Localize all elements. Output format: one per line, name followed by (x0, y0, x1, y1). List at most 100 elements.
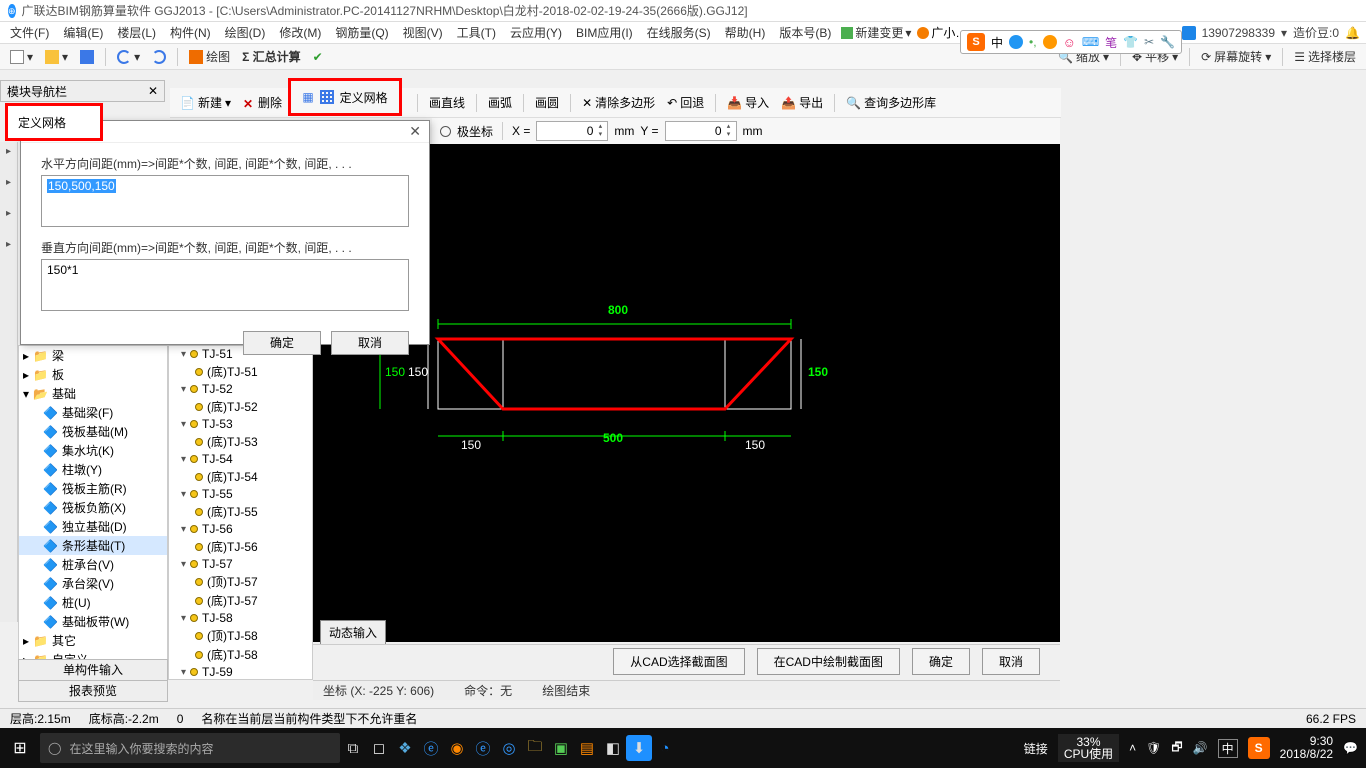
taskbar-app-8[interactable]: ⬇ (626, 735, 652, 761)
highlight-box-define-grid-button[interactable]: ▦ 定义网格 (288, 78, 402, 116)
tray-link[interactable]: 链接 (1024, 740, 1048, 757)
taskbar-app-5[interactable]: ▣ (548, 735, 574, 761)
component-node[interactable]: (底)TJ-54 (169, 467, 312, 486)
ime-clip-icon[interactable]: ✂ (1144, 35, 1154, 49)
bell-icon[interactable]: 🔔 (1345, 26, 1360, 40)
tree-node[interactable]: 🔷 筏板基础(M) (19, 422, 167, 441)
ime-punc[interactable]: •, (1029, 35, 1037, 49)
tree-node[interactable]: ▾ 📂 基础 (19, 384, 167, 403)
draw-in-cad-button[interactable]: 在CAD中绘制截面图 (757, 648, 900, 675)
open-file-button[interactable]: ▾ (41, 48, 72, 66)
tray-shield-icon[interactable]: 🛡 (1146, 741, 1161, 755)
component-node[interactable]: (底)TJ-55 (169, 502, 312, 521)
tree-node[interactable]: 🔷 承台梁(V) (19, 574, 167, 593)
tree-node[interactable]: 🔷 基础板带(W) (19, 612, 167, 631)
tray-up-icon[interactable]: ˄ (1129, 741, 1136, 755)
menu-bim[interactable]: BIM应用(I) (572, 22, 637, 43)
new-file-button[interactable]: ▾ (6, 48, 37, 66)
taskbar-ie-icon[interactable]: ⓔ (418, 735, 444, 761)
user-id[interactable]: 13907298339 (1202, 26, 1275, 40)
report-preview-button[interactable]: 报表预览 (18, 680, 168, 702)
ime-keyboard-icon[interactable]: ⌨ (1082, 35, 1099, 49)
menu-help[interactable]: 帮助(H) (721, 22, 770, 43)
component-node[interactable]: (顶)TJ-58 (169, 626, 312, 645)
save-button[interactable] (76, 48, 98, 66)
export-button[interactable]: 📤 导出 (777, 92, 827, 113)
redo-button[interactable] (148, 48, 170, 66)
taskbar-app-4[interactable]: ◎ (496, 735, 522, 761)
component-node[interactable]: ▾ TJ-58 (169, 610, 312, 626)
vtab-arrow-3[interactable]: ▸ (6, 208, 11, 219)
tray-ime-zhong[interactable]: 中 (1218, 739, 1238, 758)
ime-zhong[interactable]: 中 (991, 34, 1003, 51)
taskbar-edge-icon[interactable]: ⓔ (470, 735, 496, 761)
menu-file[interactable]: 文件(F) (6, 22, 53, 43)
tray-volume-icon[interactable]: 🔊 (1193, 741, 1208, 755)
tree-node[interactable]: 🔷 集水坑(K) (19, 441, 167, 460)
rollback-button[interactable]: ↶ 回退 (663, 92, 708, 113)
menu-draw[interactable]: 绘图(D) (221, 22, 270, 43)
menu-version[interactable]: 版本号(B) (775, 22, 835, 43)
tray-clock[interactable]: 9:302018/8/22 (1280, 735, 1333, 761)
taskbar-explorer-icon[interactable]: 🗀 (522, 735, 548, 761)
menu-view[interactable]: 视图(V) (399, 22, 447, 43)
component-node[interactable]: (底)TJ-56 (169, 537, 312, 556)
component-node[interactable]: (顶)TJ-57 (169, 572, 312, 591)
start-button[interactable]: ⊞ (0, 738, 40, 758)
taskbar-app-7[interactable]: ◧ (600, 735, 626, 761)
vtab-arrow-2[interactable]: ▸ (6, 177, 11, 188)
menu-floor[interactable]: 楼层(L) (113, 22, 160, 43)
horizontal-spacing-input[interactable]: 150,500,150 (41, 175, 409, 227)
ime-dot-1[interactable] (1009, 35, 1023, 49)
ime-wrench-icon[interactable]: 🔧 (1160, 35, 1175, 49)
tray-notifications-icon[interactable]: 💬 (1343, 741, 1358, 755)
x-input[interactable]: 0▴▾ (536, 121, 608, 141)
taskbar-app-1[interactable]: ◻ (366, 735, 392, 761)
component-node[interactable]: ▾ TJ-59 (169, 664, 312, 680)
taskbar-app-9[interactable]: ◔ (652, 735, 678, 761)
import-button[interactable]: 📥 导入 (723, 92, 773, 113)
section-cancel-button[interactable]: 取消 (982, 648, 1040, 675)
taskbar-app-3[interactable]: ◉ (444, 735, 470, 761)
tree-node[interactable]: 🔷 筏板负筋(X) (19, 498, 167, 517)
tree-node[interactable]: 🔷 独立基础(D) (19, 517, 167, 536)
rotate-button[interactable]: ⟳ 屏幕旋转 ▾ (1197, 46, 1275, 67)
draw-circle-button[interactable]: 画圆 (531, 92, 563, 113)
task-view-icon[interactable]: ⧉ (340, 735, 366, 761)
single-component-input-button[interactable]: 单构件输入 (18, 659, 168, 681)
component-node[interactable]: ▾ TJ-53 (169, 416, 312, 432)
menu-edit[interactable]: 编辑(E) (59, 22, 107, 43)
menu-component[interactable]: 构件(N) (166, 22, 215, 43)
component-node[interactable]: (底)TJ-58 (169, 645, 312, 664)
tree-node[interactable]: ▸ 📁 其它 (19, 631, 167, 650)
menu-tool[interactable]: 工具(T) (453, 22, 500, 43)
tray-sogou-icon[interactable]: S (1248, 737, 1270, 759)
clear-polygon-button[interactable]: ✕ 清除多边形 (578, 92, 659, 113)
ime-shirt-icon[interactable]: 👕 (1123, 35, 1138, 49)
menu-cloud[interactable]: 云应用(Y) (506, 22, 566, 43)
tree-node[interactable]: ▸ 📁 板 (19, 365, 167, 384)
ime-smile[interactable]: ☺ (1063, 35, 1076, 50)
taskbar-app-6[interactable]: ▤ (574, 735, 600, 761)
nav-tree[interactable]: ▸ 📁 梁▸ 📁 板▾ 📂 基础🔷 基础梁(F)🔷 筏板基础(M)🔷 集水坑(K… (18, 345, 168, 660)
collapsed-side-tabs[interactable]: ▸ ▸ ▸ ▸ (0, 142, 18, 622)
vtab-arrow-4[interactable]: ▸ (6, 239, 11, 250)
component-node[interactable]: (底)TJ-57 (169, 591, 312, 610)
draw-arc-button[interactable]: 画弧 (484, 92, 516, 113)
nav-pane-close[interactable]: ✕ (148, 84, 158, 98)
new-item-button[interactable]: 📄新建 ▾ (176, 92, 235, 113)
component-node[interactable]: ▾ TJ-52 (169, 381, 312, 397)
tree-node[interactable]: 🔷 柱墩(Y) (19, 460, 167, 479)
draw-mode-button[interactable]: 绘图 (185, 46, 234, 67)
dialog-ok-button[interactable]: 确定 (243, 331, 321, 355)
tree-node[interactable]: 🔷 筏板主筋(R) (19, 479, 167, 498)
component-tree[interactable]: ▾ TJ-51 (底)TJ-51▾ TJ-52 (底)TJ-52▾ TJ-53 … (168, 345, 313, 680)
search-library-button[interactable]: 🔍 查询多边形库 (842, 92, 940, 113)
tree-node[interactable]: 🔷 条形基础(T) (19, 536, 167, 555)
polar-radio[interactable] (440, 126, 451, 137)
ime-pen[interactable]: 笔 (1105, 34, 1117, 51)
ime-bar[interactable]: S 中 •, ☺ ⌨ 笔 👕 ✂ 🔧 (960, 30, 1182, 54)
component-node[interactable]: ▾ TJ-57 (169, 556, 312, 572)
component-node[interactable]: ▾ TJ-54 (169, 451, 312, 467)
check-button[interactable]: ✔ (309, 48, 327, 66)
